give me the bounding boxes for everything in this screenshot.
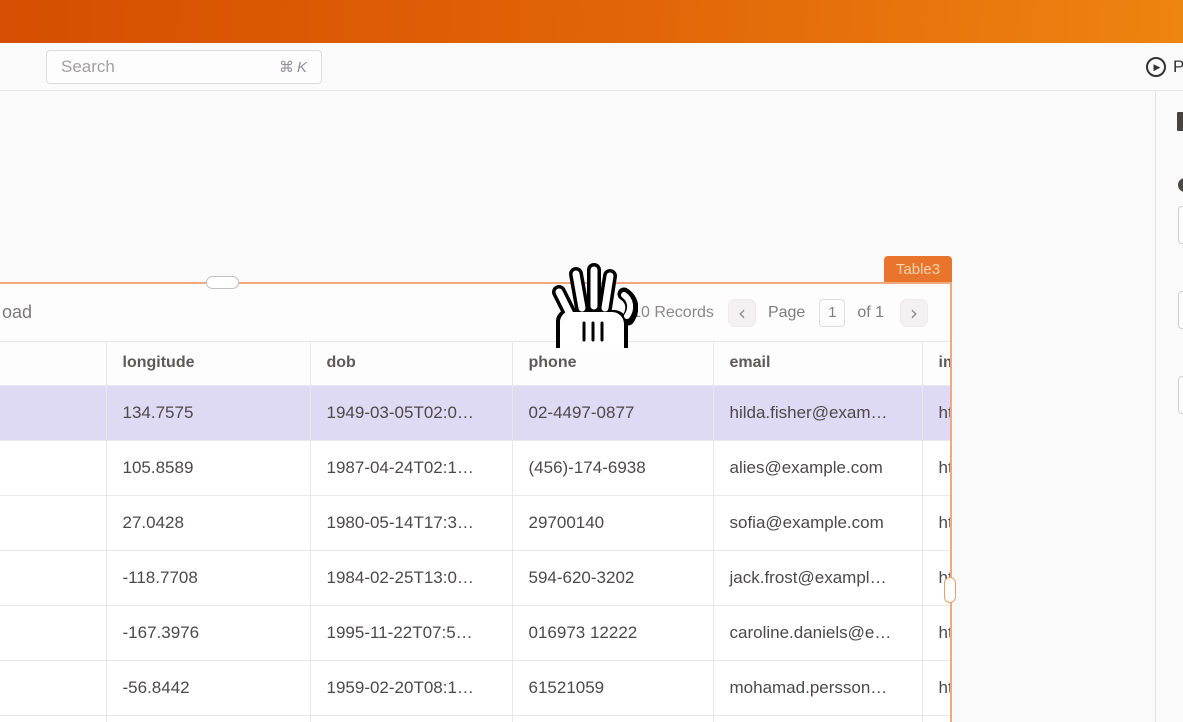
chevron-left-icon: ‹	[738, 301, 746, 325]
shortcut-key-label: K	[297, 59, 307, 76]
table-widget[interactable]: oad 10 Records ‹ Page 1 of 1 › longitude…	[0, 282, 952, 722]
right-panel-title-fragment	[1177, 112, 1183, 131]
table-row-partial[interactable]	[0, 715, 950, 722]
widget-name-tag[interactable]: Table3	[884, 256, 952, 282]
page-total-label: of 1	[857, 304, 884, 322]
search-input[interactable]: Search ⌘K	[46, 50, 322, 84]
record-count-label: 10 Records	[632, 304, 714, 322]
column-header-phone[interactable]: phone	[512, 342, 713, 385]
column-header-image[interactable]: im	[922, 342, 950, 385]
editor-toolbar: Search ⌘K ▶ P	[0, 43, 1183, 91]
next-page-button[interactable]: ›	[900, 299, 928, 327]
preview-button-label: P	[1173, 57, 1183, 77]
table-row-selected[interactable]: 134.7575 1949-03-05T02:0… 02-4497-0877 h…	[0, 385, 950, 440]
prev-page-button[interactable]: ‹	[728, 299, 756, 327]
table-row[interactable]: -56.8442 1959-02-20T08:1… 61521059 moham…	[0, 660, 950, 715]
resize-handle-right[interactable]	[944, 577, 956, 603]
app-editor-screen: Search ⌘K ▶ P Table3 oad 10 Records ‹ Pa…	[0, 0, 1183, 722]
table-row[interactable]: 105.8589 1987-04-24T02:1… (456)-174-6938…	[0, 440, 950, 495]
table-pagination: 10 Records ‹ Page 1 of 1 ›	[632, 299, 928, 327]
table-row[interactable]: -167.3976 1995-11-22T07:5… 016973 12222 …	[0, 605, 950, 660]
right-panel-input-1[interactable]	[1178, 206, 1183, 244]
search-shortcut-hint: ⌘K	[279, 58, 307, 76]
right-panel-input-2[interactable]	[1178, 291, 1183, 329]
column-header[interactable]	[0, 342, 106, 385]
right-panel-divider	[1155, 91, 1156, 722]
app-header-bar	[0, 0, 1183, 43]
table-header-bar: oad 10 Records ‹ Page 1 of 1 ›	[0, 284, 950, 342]
table-header-row: longitude dob phone email im	[0, 342, 950, 385]
right-panel-input-3[interactable]	[1178, 376, 1183, 414]
column-header-dob[interactable]: dob	[310, 342, 512, 385]
data-table: longitude dob phone email im 134.7575 19…	[0, 342, 950, 722]
search-placeholder: Search	[61, 57, 115, 77]
play-circle-icon[interactable]: ▶	[1146, 57, 1166, 77]
resize-handle-top[interactable]	[206, 276, 239, 289]
chevron-right-icon: ›	[910, 301, 918, 325]
command-icon: ⌘	[279, 59, 294, 76]
table-row[interactable]: 27.0428 1980-05-14T17:3… 29700140 sofia@…	[0, 495, 950, 550]
page-label: Page	[768, 304, 805, 322]
column-header-email[interactable]: email	[713, 342, 922, 385]
table-row[interactable]: -118.7708 1984-02-25T13:0… 594-620-3202 …	[0, 550, 950, 605]
preview-button[interactable]: ▶ P	[1146, 43, 1183, 91]
page-number-input[interactable]: 1	[819, 299, 845, 327]
column-header-longitude[interactable]: longitude	[106, 342, 310, 385]
right-panel-icon-fragment	[1178, 178, 1183, 192]
clipped-left-label: oad	[2, 302, 32, 323]
